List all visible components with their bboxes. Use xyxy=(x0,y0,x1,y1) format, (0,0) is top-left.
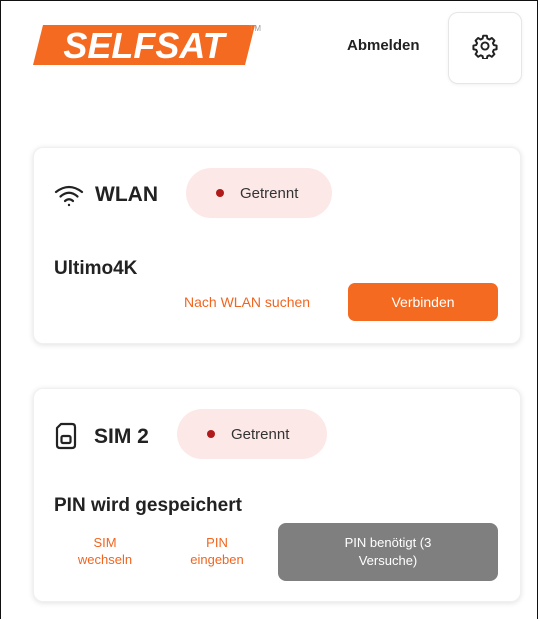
status-dot xyxy=(216,189,224,197)
connect-button[interactable]: Verbinden xyxy=(348,283,498,321)
pin-required-line1: PIN benötigt (3 xyxy=(344,535,432,550)
sim-card: SIM 2 Getrennt PIN wird gespeichert SIM … xyxy=(33,388,521,602)
enter-pin-line1: PIN xyxy=(206,535,228,550)
enter-pin-line2: eingeben xyxy=(190,552,244,567)
wifi-icon xyxy=(54,184,84,213)
wlan-status-badge: Getrennt xyxy=(186,168,332,218)
gear-icon xyxy=(472,33,498,64)
pin-required-line2: Versuche) xyxy=(358,553,418,568)
sim-title: SIM 2 xyxy=(94,425,149,448)
logout-link[interactable]: Abmelden xyxy=(347,37,420,54)
switch-sim-line1: SIM xyxy=(93,535,117,550)
selfsat-logo: SELFSAT xyxy=(33,21,255,69)
sim-status-badge: Getrennt xyxy=(177,409,327,459)
trademark-mark: TM xyxy=(249,24,262,33)
logo-text: SELFSAT xyxy=(63,25,227,66)
wlan-status-text: Getrennt xyxy=(240,184,299,202)
settings-button[interactable] xyxy=(448,12,522,84)
sim-status-text: Getrennt xyxy=(231,425,290,443)
sim-message: PIN wird gespeichert xyxy=(54,495,242,516)
wlan-title: WLAN xyxy=(95,183,158,206)
search-wlan-link[interactable]: Nach WLAN suchen xyxy=(184,294,310,310)
pin-required-button[interactable]: PIN benötigt (3 Versuche) xyxy=(278,523,498,581)
switch-sim-line2: wechseln xyxy=(77,552,133,567)
status-dot xyxy=(207,430,215,438)
enter-pin-link[interactable]: PIN eingeben xyxy=(182,534,252,568)
wlan-network-name: Ultimo4K xyxy=(54,258,138,279)
sim-card-icon xyxy=(55,422,77,455)
wlan-card: WLAN Getrennt Ultimo4K Nach WLAN suchen … xyxy=(33,147,521,344)
switch-sim-link[interactable]: SIM wechseln xyxy=(70,534,140,568)
